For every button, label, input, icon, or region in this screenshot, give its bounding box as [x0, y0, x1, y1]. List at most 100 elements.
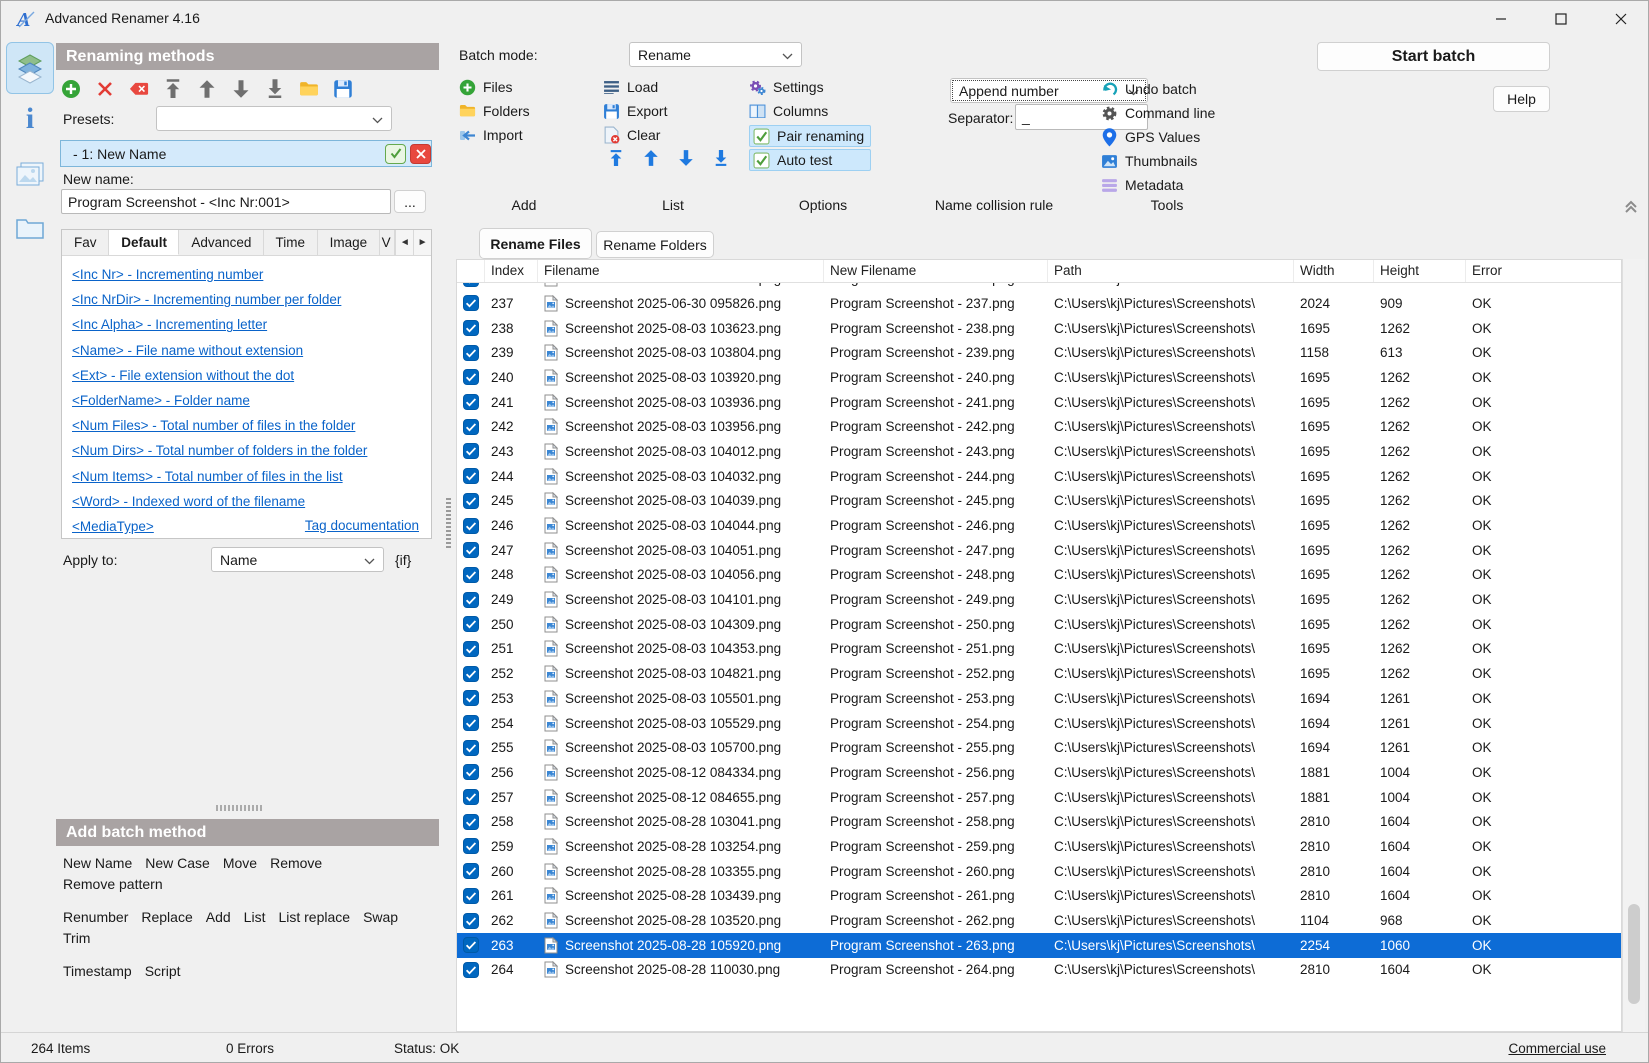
sidebar-item-info[interactable]: i	[15, 104, 45, 134]
row-checkbox[interactable]	[457, 283, 485, 287]
new-name-input[interactable]: Program Screenshot - <Inc Nr:001>	[61, 189, 391, 214]
help-button[interactable]: Help	[1493, 86, 1550, 112]
row-checkbox[interactable]	[457, 838, 485, 854]
table-row[interactable]: 255Screenshot 2025-08-03 105700.pngProgr…	[457, 735, 1621, 760]
table-row[interactable]: 264Screenshot 2025-08-28 110030.pngProgr…	[457, 958, 1621, 983]
add-method-link[interactable]: Move	[223, 853, 257, 874]
tab-default[interactable]: Default	[109, 230, 179, 255]
minimize-button[interactable]	[1478, 1, 1524, 37]
move-method-up-icon[interactable]	[197, 79, 217, 99]
folders-button[interactable]: Folders	[459, 99, 530, 123]
tag-link[interactable]: <Inc NrDir> - Incrementing number per fo…	[72, 287, 422, 312]
browse-pattern-button[interactable]: ...	[394, 190, 426, 213]
row-checkbox[interactable]	[457, 592, 485, 608]
add-method-link[interactable]: Script	[145, 961, 181, 982]
table-row[interactable]: 260Screenshot 2025-08-28 103355.pngProgr…	[457, 859, 1621, 884]
save-preset-icon[interactable]	[333, 79, 353, 99]
settings-button[interactable]: Settings	[749, 75, 871, 99]
move-method-down-icon[interactable]	[231, 79, 251, 99]
sidebar-item-images[interactable]	[15, 159, 45, 189]
undo-batch-button[interactable]: Undo batch	[1101, 77, 1215, 101]
remove-method-icon[interactable]	[95, 79, 115, 99]
vertical-splitter-handle[interactable]	[446, 498, 451, 548]
table-row[interactable]: 257Screenshot 2025-08-12 084655.pngProgr…	[457, 785, 1621, 810]
header-width[interactable]: Width	[1294, 260, 1374, 282]
header-height[interactable]: Height	[1374, 260, 1466, 282]
header-filename[interactable]: Filename	[538, 260, 824, 282]
columns-button[interactable]: Columns	[749, 99, 871, 123]
add-method-link[interactable]: Add	[206, 907, 231, 928]
row-checkbox[interactable]	[457, 888, 485, 904]
row-checkbox[interactable]	[457, 962, 485, 978]
move-method-top-icon[interactable]	[163, 79, 183, 99]
row-checkbox[interactable]	[457, 863, 485, 879]
table-row[interactable]: 256Screenshot 2025-08-12 084334.pngProgr…	[457, 760, 1621, 785]
tag-link[interactable]: <FolderName> - Folder name	[72, 388, 422, 413]
add-method-link[interactable]: Remove	[270, 853, 322, 874]
row-checkbox[interactable]	[457, 518, 485, 534]
row-checkbox[interactable]	[457, 616, 485, 632]
row-checkbox[interactable]	[457, 567, 485, 583]
table-row[interactable]: 252Screenshot 2025-08-03 104821.pngProgr…	[457, 661, 1621, 686]
table-row[interactable]: 236Screenshot 2025-06-30 094002.pngProgr…	[457, 283, 1621, 291]
add-method-link[interactable]: List	[244, 907, 266, 928]
table-row[interactable]: 247Screenshot 2025-08-03 104051.pngProgr…	[457, 538, 1621, 563]
move-bottom-icon[interactable]	[712, 149, 730, 167]
table-row[interactable]: 259Screenshot 2025-08-28 103254.pngProgr…	[457, 834, 1621, 859]
license-link[interactable]: Commercial use	[1508, 1041, 1606, 1056]
start-batch-button[interactable]: Start batch	[1317, 42, 1550, 71]
header-index[interactable]: Index	[485, 260, 538, 282]
sidebar-item-folders[interactable]	[15, 213, 45, 243]
table-row[interactable]: 250Screenshot 2025-08-03 104309.pngProgr…	[457, 612, 1621, 637]
collapse-panel-icon[interactable]	[1622, 197, 1640, 215]
table-row[interactable]: 237Screenshot 2025-06-30 095826.pngProgr…	[457, 291, 1621, 316]
thumbnails-button[interactable]: Thumbnails	[1101, 149, 1215, 173]
row-checkbox[interactable]	[457, 666, 485, 682]
tab-time[interactable]: Time	[264, 230, 318, 255]
tag-link[interactable]: <Name> - File name without extension	[72, 338, 422, 363]
table-row[interactable]: 241Screenshot 2025-08-03 103936.pngProgr…	[457, 390, 1621, 415]
close-button[interactable]	[1598, 1, 1644, 37]
row-checkbox[interactable]	[457, 295, 485, 311]
tab-scroll-left-icon[interactable]: ◄	[395, 230, 413, 255]
tag-link[interactable]: <Num Dirs> - Total number of folders in …	[72, 438, 422, 463]
if-tag-button[interactable]: {if}	[395, 552, 411, 568]
clear-button[interactable]: Clear	[603, 123, 667, 147]
method-item-new-name[interactable]: - 1: New Name	[60, 140, 432, 167]
row-checkbox[interactable]	[457, 419, 485, 435]
table-row[interactable]: 248Screenshot 2025-08-03 104056.pngProgr…	[457, 563, 1621, 588]
apply-to-dropdown[interactable]: Name	[211, 547, 384, 572]
open-preset-folder-icon[interactable]	[299, 79, 319, 99]
scrollbar-thumb[interactable]	[1628, 904, 1640, 1004]
table-row[interactable]: 239Screenshot 2025-08-03 103804.pngProgr…	[457, 340, 1621, 365]
table-row[interactable]: 246Screenshot 2025-08-03 104044.pngProgr…	[457, 513, 1621, 538]
table-row[interactable]: 244Screenshot 2025-08-03 104032.pngProgr…	[457, 464, 1621, 489]
move-top-icon[interactable]	[607, 149, 625, 167]
table-row[interactable]: 261Screenshot 2025-08-28 103439.pngProgr…	[457, 884, 1621, 909]
table-scrollbar[interactable]	[1622, 259, 1645, 1032]
import-button[interactable]: Import	[459, 123, 530, 147]
tag-link[interactable]: <Num Items> - Total number of files in t…	[72, 464, 422, 489]
table-row[interactable]: 242Screenshot 2025-08-03 103956.pngProgr…	[457, 414, 1621, 439]
add-method-link[interactable]: New Case	[145, 853, 210, 874]
add-method-link[interactable]: Timestamp	[63, 961, 132, 982]
row-checkbox[interactable]	[457, 715, 485, 731]
tag-link[interactable]: <Inc Nr> - Incrementing number	[72, 262, 422, 287]
add-method-link[interactable]: Renumber	[63, 907, 128, 928]
tag-link[interactable]: <Ext> - File extension without the dot	[72, 363, 422, 388]
add-method-link[interactable]: Replace	[141, 907, 192, 928]
row-checkbox[interactable]	[457, 369, 485, 385]
row-checkbox[interactable]	[457, 740, 485, 756]
clear-methods-icon[interactable]	[129, 79, 149, 99]
tag-link[interactable]: <Word> - Indexed word of the filename	[72, 489, 422, 514]
move-down-icon[interactable]	[677, 149, 695, 167]
tab-video[interactable]: V	[380, 230, 396, 255]
row-checkbox[interactable]	[457, 789, 485, 805]
pair-renaming-toggle[interactable]: Pair renaming	[749, 125, 871, 147]
table-row[interactable]: 249Screenshot 2025-08-03 104101.pngProgr…	[457, 587, 1621, 612]
table-row[interactable]: 263Screenshot 2025-08-28 105920.pngProgr…	[457, 933, 1621, 958]
export-button[interactable]: Export	[603, 99, 667, 123]
add-method-icon[interactable]	[61, 79, 81, 99]
add-method-link[interactable]: Swap	[363, 907, 398, 928]
tab-image[interactable]: Image	[318, 230, 380, 255]
